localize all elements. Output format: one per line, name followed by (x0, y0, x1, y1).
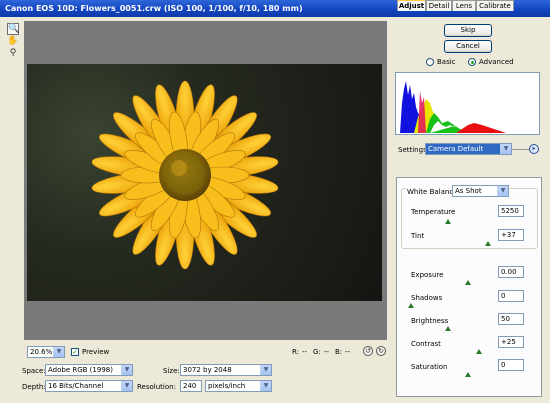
space-value: Adobe RGB (1998) (48, 366, 113, 374)
contrast-label: Contrast (411, 340, 441, 348)
brightness-slider[interactable] (411, 329, 524, 330)
saturation-slider-thumb[interactable] (464, 372, 471, 377)
chevron-down-icon: ▼ (500, 144, 511, 154)
readout-b-label: B: (335, 348, 343, 356)
space-label: Space: (22, 367, 46, 375)
exposure-label: Exposure (411, 271, 444, 279)
brightness-slider-thumb[interactable] (445, 326, 452, 331)
hand-icon[interactable]: ✋ (7, 35, 19, 47)
chevron-down-icon: ▼ (53, 347, 64, 357)
temperature-label: Temperature (411, 208, 456, 216)
size-value: 3072 by 2048 (183, 366, 232, 374)
advanced-label: Advanced (479, 58, 514, 66)
readout-g-value: -- (324, 348, 330, 356)
radio-dot (468, 58, 476, 66)
tab-detail[interactable]: Detail (426, 0, 452, 11)
shadows-input[interactable]: 0 (498, 290, 524, 302)
tint-input[interactable]: +37 (498, 229, 524, 241)
settings-select[interactable]: Camera Default ▼ (425, 143, 512, 155)
resolution-label: Resolution: (137, 383, 176, 391)
eyedropper-icon[interactable]: ⚲ (7, 47, 19, 59)
white-balance-value: As Shot (455, 187, 482, 195)
saturation-input[interactable]: 0 (498, 359, 524, 371)
chevron-down-icon: ▼ (121, 365, 132, 375)
zoom-icon[interactable]: 🔍 (7, 23, 19, 35)
contrast-slider[interactable] (411, 352, 524, 353)
space-select[interactable]: Adobe RGB (1998) ▼ (45, 364, 133, 376)
tint-slider[interactable] (411, 244, 524, 245)
settings-divider (512, 149, 529, 150)
resolution-unit-select[interactable]: pixels/inch ▼ (205, 380, 272, 392)
skip-button[interactable]: Skip (444, 24, 492, 37)
settings-value: Camera Default (428, 145, 484, 153)
readout-r-value: -- (302, 348, 308, 356)
basic-radio[interactable]: Basic (426, 58, 456, 66)
brightness-label: Brightness (411, 317, 449, 325)
readout-r-label: R: (292, 348, 300, 356)
chevron-down-icon: ▼ (260, 365, 271, 375)
rotate-left-icon[interactable]: ↺ (363, 346, 373, 356)
size-select[interactable]: 3072 by 2048 ▼ (180, 364, 272, 376)
settings-menu-icon[interactable]: ▸ (529, 144, 539, 154)
tint-label: Tint (411, 232, 425, 240)
preview-canvas[interactable] (24, 21, 387, 340)
temperature-input[interactable]: 5250 (498, 205, 524, 217)
advanced-radio[interactable]: Advanced (468, 58, 514, 66)
depth-value: 16 Bits/Channel (48, 382, 104, 390)
shadows-slider-thumb[interactable] (408, 303, 414, 308)
radio-dot (426, 58, 434, 66)
basic-label: Basic (437, 58, 456, 66)
shadows-label: Shadows (411, 294, 443, 302)
exposure-slider-thumb[interactable] (464, 280, 471, 285)
chevron-down-icon: ▼ (497, 186, 508, 196)
zoom-value: 20.6% (30, 348, 53, 356)
resolution-input[interactable]: 240 (180, 380, 202, 392)
chevron-down-icon: ▼ (121, 381, 132, 391)
readout-b-value: -- (345, 348, 351, 356)
chevron-down-icon: ▼ (260, 381, 271, 391)
depth-label: Depth: (22, 383, 46, 391)
rotate-right-icon[interactable]: ↻ (376, 346, 386, 356)
brightness-input[interactable]: 50 (498, 313, 524, 325)
contrast-input[interactable]: +25 (498, 336, 524, 348)
tab-calibrate[interactable]: Calibrate (476, 0, 514, 11)
tab-adjust[interactable]: Adjust (397, 0, 426, 11)
tint-slider-thumb[interactable] (484, 241, 491, 246)
preview-image (27, 64, 382, 301)
size-label: Size: (163, 367, 180, 375)
temperature-slider[interactable] (411, 222, 524, 223)
histogram (395, 72, 540, 135)
preview-label: Preview (82, 348, 110, 356)
readout-g-label: G: (313, 348, 321, 356)
preview-checkbox[interactable]: ✓ (71, 348, 79, 356)
depth-select[interactable]: 16 Bits/Channel ▼ (45, 380, 133, 392)
exposure-input[interactable]: 0.00 (498, 266, 524, 278)
contrast-slider-thumb[interactable] (475, 349, 482, 354)
temperature-slider-thumb[interactable] (445, 219, 452, 224)
saturation-label: Saturation (411, 363, 448, 371)
resolution-unit-value: pixels/inch (208, 382, 246, 390)
zoom-select[interactable]: 20.6% ▼ (27, 346, 65, 358)
white-balance-select[interactable]: As Shot ▼ (452, 185, 509, 197)
cancel-button[interactable]: Cancel (444, 40, 492, 53)
shadows-slider[interactable] (411, 306, 524, 307)
tab-lens[interactable]: Lens (452, 0, 476, 11)
